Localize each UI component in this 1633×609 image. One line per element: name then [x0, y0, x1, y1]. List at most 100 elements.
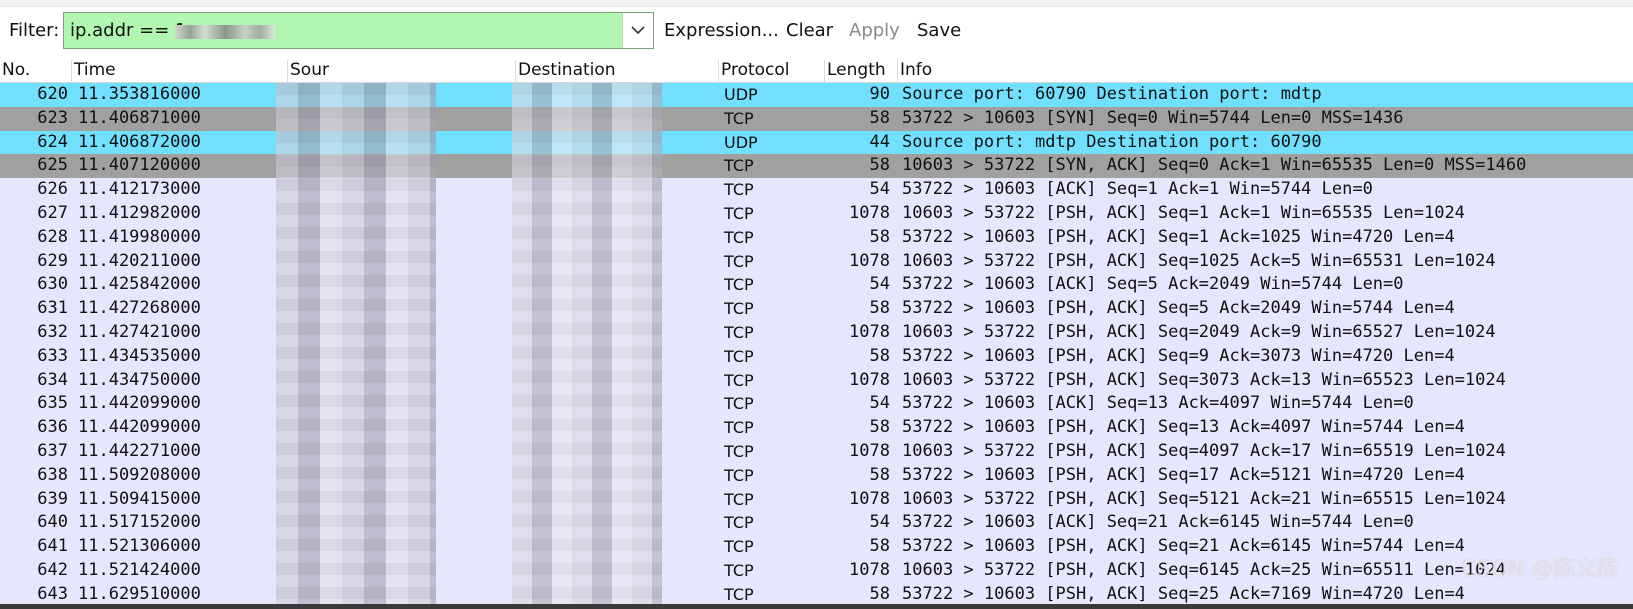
filter-input[interactable]: [70, 13, 618, 48]
packet-protocol: TCP: [724, 441, 754, 461]
packet-info: 10603 > 53722 [PSH, ACK] Seq=1 Ack=1 Win…: [902, 202, 1465, 223]
packet-no: 623: [37, 107, 68, 128]
packet-row[interactable]: 628 11.419980000 TCP 58 53722 > 10603 [PSH, …: [0, 225, 1633, 250]
save-button[interactable]: Save: [917, 20, 961, 41]
packet-row[interactable]: 627 11.412982000 TCP 1078 10603 > 53722 [PSH…: [0, 201, 1633, 226]
apply-button[interactable]: Apply: [849, 20, 900, 41]
filter-redacted-address: [175, 25, 275, 39]
packet-time: 11.517152000: [78, 512, 201, 533]
packet-row[interactable]: 626 11.412173000 TCP 54 53722 > 10603 [ACK] …: [0, 178, 1633, 202]
packet-row[interactable]: 634 11.434750000 TCP 1078 10603 > 53722 [PSH…: [0, 368, 1633, 393]
filter-dropdown-button[interactable]: [622, 13, 653, 48]
packet-info: Source port: 60790 Destination port: mdt…: [902, 84, 1322, 104]
packet-protocol: TCP: [724, 370, 754, 390]
packet-info: 10603 > 53722 [PSH, ACK] Seq=2049 Ack=9 …: [902, 321, 1496, 342]
packet-no: 635: [37, 393, 68, 414]
packet-no: 640: [37, 512, 68, 533]
destination-column-redacted: [512, 83, 662, 609]
packet-time: 11.407120000: [78, 155, 201, 176]
packet-protocol: TCP: [724, 156, 754, 176]
clear-button[interactable]: Clear: [786, 20, 833, 41]
column-header-destination[interactable]: Destination: [516, 60, 719, 82]
window-top-edge: [0, 0, 1633, 7]
packet-time: 11.521306000: [78, 536, 201, 557]
chevron-down-icon: [631, 26, 645, 35]
packet-no: 624: [37, 131, 68, 152]
packet-protocol: TCP: [724, 203, 754, 223]
packet-no: 641: [37, 536, 68, 557]
packet-length: 58: [869, 536, 890, 557]
packet-no: 633: [37, 345, 68, 366]
packet-protocol: TCP: [724, 513, 754, 533]
column-header-source[interactable]: Sour: [288, 60, 516, 82]
wireshark-window: Filter: Expression... Clear Apply Save N…: [0, 0, 1633, 609]
packet-length: 58: [869, 107, 890, 128]
packet-row[interactable]: 643 11.629510000 TCP 58 53722 > 10603 [PSH, …: [0, 582, 1633, 607]
packet-length: 1078: [849, 369, 890, 390]
packet-protocol: TCP: [724, 560, 754, 580]
packet-protocol: TCP: [724, 108, 754, 128]
packet-info: Source port: mdtp Destination port: 6079…: [902, 131, 1322, 152]
packet-length: 1078: [849, 440, 890, 461]
packet-length: 1078: [849, 488, 890, 509]
filter-label: Filter:: [9, 20, 60, 41]
packet-row[interactable]: 629 11.420211000 TCP 1078 10603 > 53722 [PSH…: [0, 249, 1633, 274]
packet-row[interactable]: 633 11.434535000 TCP 58 53722 > 10603 [PSH, …: [0, 344, 1633, 369]
packet-length: 1078: [849, 250, 890, 271]
packet-time: 11.509208000: [78, 464, 201, 485]
packet-time: 11.442271000: [78, 440, 201, 461]
column-header-protocol[interactable]: Protocol: [719, 60, 825, 82]
packet-no: 630: [37, 274, 68, 295]
packet-time: 11.353816000: [78, 84, 201, 104]
packet-no: 637: [37, 440, 68, 461]
packet-no: 620: [37, 84, 68, 104]
packet-row[interactable]: 641 11.521306000 TCP 58 53722 > 10603 [PSH, …: [0, 535, 1633, 559]
expression-button[interactable]: Expression...: [664, 20, 779, 41]
packet-row[interactable]: 620 11.353816000 UDP 90 Source port: 60790 D…: [0, 83, 1633, 107]
packet-info: 53722 > 10603 [ACK] Seq=21 Ack=6145 Win=…: [902, 512, 1414, 533]
packet-protocol: TCP: [724, 251, 754, 271]
packet-info: 53722 > 10603 [PSH, ACK] Seq=5 Ack=2049 …: [902, 298, 1455, 319]
packet-row[interactable]: 632 11.427421000 TCP 1078 10603 > 53722 [PSH…: [0, 320, 1633, 345]
packet-protocol: TCP: [724, 465, 754, 485]
column-header-info[interactable]: Info: [898, 60, 1633, 82]
packet-row[interactable]: 640 11.517152000 TCP 54 53722 > 10603 [ACK] …: [0, 511, 1633, 536]
filter-toolbar: Filter: Expression... Clear Apply Save: [0, 7, 1633, 53]
packet-time: 11.509415000: [78, 488, 201, 509]
packet-row[interactable]: 639 11.509415000 TCP 1078 10603 > 53722 [PSH…: [0, 487, 1633, 512]
column-header-no[interactable]: No.: [0, 60, 72, 82]
packet-length: 1078: [849, 202, 890, 223]
packet-length: 54: [869, 512, 890, 533]
packet-row[interactable]: 625 11.407120000 TCP 58 10603 > 53722 [SYN, …: [0, 154, 1633, 179]
packet-no: 634: [37, 369, 68, 390]
packet-no: 638: [37, 464, 68, 485]
packet-row[interactable]: 642 11.521424000 TCP 1078 10603 > 53722 [PSH…: [0, 558, 1633, 583]
packet-row[interactable]: 623 11.406871000 TCP 58 53722 > 10603 [SYN] …: [0, 106, 1633, 131]
packet-length: 54: [869, 274, 890, 295]
packet-protocol: TCP: [724, 227, 754, 247]
packet-info: 10603 > 53722 [PSH, ACK] Seq=1025 Ack=5 …: [902, 250, 1496, 271]
packet-row[interactable]: 635 11.442099000 TCP 54 53722 > 10603 [ACK] …: [0, 392, 1633, 417]
column-header-time[interactable]: Time: [72, 60, 288, 82]
column-header-length[interactable]: Length: [825, 60, 898, 82]
packet-time: 11.406872000: [78, 131, 201, 152]
packet-info: 53722 > 10603 [ACK] Seq=13 Ack=4097 Win=…: [902, 393, 1414, 414]
packet-row[interactable]: 631 11.427268000 TCP 58 53722 > 10603 [PSH, …: [0, 297, 1633, 321]
packet-length: 58: [869, 417, 890, 438]
packet-row[interactable]: 624 11.406872000 UDP 44 Source port: mdtp De…: [0, 130, 1633, 155]
packet-no: 628: [37, 226, 68, 247]
packet-row[interactable]: 638 11.509208000 TCP 58 53722 > 10603 [PSH, …: [0, 463, 1633, 488]
packet-info: 53722 > 10603 [PSH, ACK] Seq=1 Ack=1025 …: [902, 226, 1455, 247]
packet-info: 10603 > 53722 [SYN, ACK] Seq=0 Ack=1 Win…: [902, 155, 1527, 176]
packet-time: 11.442099000: [78, 417, 201, 438]
packet-time: 11.427268000: [78, 298, 201, 319]
filter-field[interactable]: [63, 12, 654, 49]
packet-length: 58: [869, 345, 890, 366]
packet-no: 636: [37, 417, 68, 438]
packet-row[interactable]: 636 11.442099000 TCP 58 53722 > 10603 [PSH, …: [0, 416, 1633, 440]
packet-protocol: TCP: [724, 180, 754, 200]
packet-row[interactable]: 637 11.442271000 TCP 1078 10603 > 53722 [PSH…: [0, 439, 1633, 464]
packet-no: 625: [37, 155, 68, 176]
packet-length: 90: [869, 84, 890, 104]
packet-row[interactable]: 630 11.425842000 TCP 54 53722 > 10603 [ACK] …: [0, 273, 1633, 298]
